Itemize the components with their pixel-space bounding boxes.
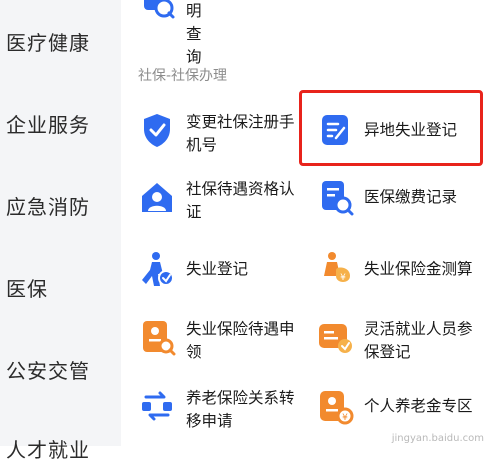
service-label: 明查询 — [186, 2, 202, 66]
highlight-box — [299, 90, 483, 166]
svg-text:¥: ¥ — [340, 273, 346, 283]
sidebar-item-emergency[interactable]: 应急消防 — [6, 191, 90, 220]
register-card-icon — [319, 324, 352, 353]
shield-check-icon — [144, 114, 170, 147]
service-label: 养老保险关系转移申请 — [186, 389, 295, 430]
sidebar-item-medical[interactable]: 医疗健康 — [6, 27, 90, 56]
sidebar-item-public-security[interactable]: 公安交管 — [6, 355, 90, 384]
service-label: 灵活就业人员参保登记 — [364, 320, 473, 361]
record-search-icon — [322, 181, 354, 216]
service-panel: 明查询 社保-社保办理 变更社保注册手机号 异地失业登记 社保待遇资格认证 医保… — [121, 0, 488, 446]
service-label: 失业登记 — [186, 260, 249, 278]
money-bag-icon: ¥ — [324, 252, 350, 283]
category-sidebar: 医疗健康 企业服务 应急消防 医保 公安交管 人才就业 — [0, 0, 121, 462]
sidebar-item-medical-insurance[interactable]: 医保 — [6, 273, 48, 302]
person-walking-icon — [142, 252, 174, 286]
service-label: 社保待遇资格认证 — [186, 180, 295, 221]
sidebar-item-enterprise[interactable]: 企业服务 — [6, 109, 90, 138]
service-label: 医保缴费记录 — [364, 188, 458, 206]
service-label: 失业保险待遇申领 — [186, 320, 295, 361]
transfer-arrows-icon — [142, 391, 172, 421]
section-title: 社保-社保办理 — [138, 68, 228, 84]
service-label: 个人养老金专区 — [364, 397, 473, 415]
svg-text:¥: ¥ — [342, 413, 348, 423]
pension-card-icon: ¥ — [320, 391, 354, 425]
claim-form-icon — [143, 321, 176, 356]
house-user-icon — [142, 183, 172, 212]
watermark: jingyan.baidu.com — [391, 433, 484, 444]
service-label: 变更社保注册手机号 — [186, 113, 295, 154]
sidebar-item-talent[interactable]: 人才就业 — [6, 434, 90, 463]
search-doc-icon — [144, 0, 175, 19]
service-label: 失业保险金测算 — [364, 260, 473, 278]
